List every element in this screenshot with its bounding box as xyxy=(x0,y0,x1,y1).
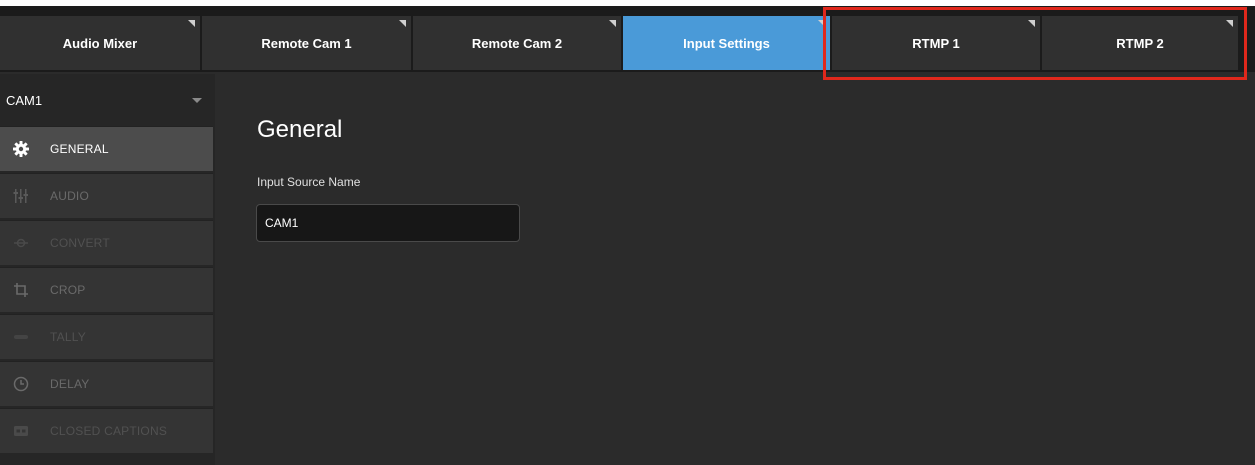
sidebar-item-tally[interactable]: TALLY xyxy=(0,314,213,359)
cc-icon xyxy=(10,420,32,442)
tab-label: Remote Cam 2 xyxy=(471,35,563,51)
input-source-name-label: Input Source Name xyxy=(257,175,361,189)
sliders-icon xyxy=(10,185,32,207)
tab-corner-icon xyxy=(1226,20,1233,27)
tab-rtmp-2[interactable]: RTMP 2 xyxy=(1042,16,1240,70)
selected-source: CAM1 xyxy=(6,92,43,108)
sidebar-item-label: CROP xyxy=(50,283,86,297)
page-title: General xyxy=(257,116,343,143)
tab-corner-icon xyxy=(399,20,406,27)
gear-icon xyxy=(10,138,32,160)
sidebar-item-label: CONVERT xyxy=(50,236,110,250)
tab-label: RTMP 1 xyxy=(912,35,960,51)
sidebar-item-crop[interactable]: CROP xyxy=(0,267,213,312)
input-source-name-value: CAM1 xyxy=(265,216,299,230)
input-source-name-field[interactable]: CAM1 xyxy=(256,204,520,242)
sidebar-item-general[interactable]: GENERAL xyxy=(0,126,213,171)
sidebar-item-label: TALLY xyxy=(50,330,86,344)
sidebar-item-label: CLOSED CAPTIONS xyxy=(50,424,168,438)
tab-corner-icon xyxy=(1028,20,1035,27)
sidebar-item-convert[interactable]: CONVERT xyxy=(0,220,213,265)
sidebar-item-delay[interactable]: DELAY xyxy=(0,361,213,406)
sidebar-item-label: AUDIO xyxy=(50,189,90,203)
sidebar-item-audio[interactable]: AUDIO xyxy=(0,173,213,218)
crop-icon xyxy=(10,279,32,301)
tab-corner-icon xyxy=(609,20,616,27)
input-source-dropdown[interactable]: CAM1 xyxy=(0,80,215,120)
tab-rtmp-1[interactable]: RTMP 1 xyxy=(832,16,1042,70)
sidebar-item-label: DELAY xyxy=(50,377,90,391)
tab-input-settings[interactable]: Input Settings xyxy=(623,16,832,70)
sidebar-item-closed-captions[interactable]: CLOSED CAPTIONS xyxy=(0,408,213,453)
sidebar-item-label: GENERAL xyxy=(50,142,109,156)
tab-label: Remote Cam 1 xyxy=(261,35,352,51)
tab-label: Input Settings xyxy=(683,35,770,51)
tab-corner-icon xyxy=(818,20,825,27)
clock-icon xyxy=(10,373,32,395)
tab-remote-cam-2[interactable]: Remote Cam 2 xyxy=(413,16,623,70)
tab-corner-icon xyxy=(188,20,195,27)
settings-sidebar: CAM1 GENERAL AUDIO CONVERT CROP TALLY DE… xyxy=(0,74,215,465)
tally-icon xyxy=(10,326,32,348)
tab-label: Audio Mixer xyxy=(62,35,138,51)
convert-icon xyxy=(10,232,32,254)
tab-remote-cam-1[interactable]: Remote Cam 1 xyxy=(202,16,413,70)
chevron-down-icon xyxy=(192,98,202,103)
tab-bar: Audio Mixer Remote Cam 1 Remote Cam 2 In… xyxy=(0,6,1255,72)
tab-label: RTMP 2 xyxy=(1116,35,1164,51)
tab-audio-mixer[interactable]: Audio Mixer xyxy=(0,16,202,70)
